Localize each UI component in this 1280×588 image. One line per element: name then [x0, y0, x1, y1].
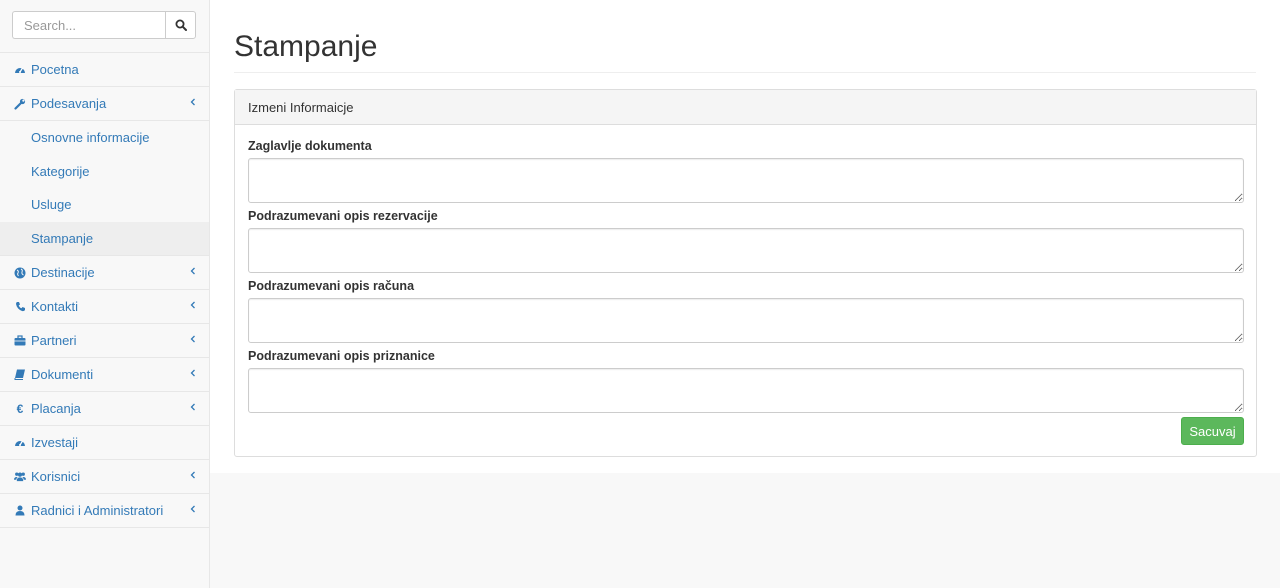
sidebar-item-dokumenti[interactable]: Dokumenti: [0, 358, 209, 392]
sidebar-item-label: Korisnici: [31, 469, 81, 484]
chevron-left-icon: [190, 267, 195, 274]
search-bar: [0, 0, 209, 53]
search-input[interactable]: [12, 11, 165, 39]
phone-icon: [14, 301, 26, 313]
opis-rezervacije-textarea[interactable]: [248, 228, 1244, 273]
search-button[interactable]: [165, 11, 196, 39]
sidebar-item-label: Podesavanja: [31, 96, 107, 111]
chevron-left-icon: [190, 403, 195, 410]
field-label-racuna: Podrazumevani opis računa: [248, 279, 415, 293]
zaglavlje-dokumenta-textarea[interactable]: [248, 158, 1244, 203]
chevron-left-icon: [190, 369, 195, 376]
users-icon: [14, 471, 26, 483]
chevron-left-icon: [190, 505, 195, 512]
sidebar-item-podesavanja[interactable]: Podesavanja: [0, 87, 209, 121]
chevron-left-icon: [190, 98, 195, 105]
sidebar-item-label: Radnici i Administratori: [31, 503, 164, 518]
dashboard-icon: [14, 437, 26, 449]
field-label-zaglavlje: Zaglavlje dokumenta: [248, 139, 372, 153]
chevron-left-icon: [190, 301, 195, 308]
sidebar-subitem-kategorije[interactable]: Kategorije: [0, 155, 209, 189]
form-actions: Sacuvaj: [248, 417, 1244, 445]
page-title: Stampanje: [234, 30, 378, 63]
sidebar-item-label: Dokumenti: [31, 367, 94, 382]
sidebar-item-kontakti[interactable]: Kontakti: [0, 290, 209, 324]
opis-priznanice-textarea[interactable]: [248, 368, 1244, 413]
chevron-left-icon: [190, 471, 195, 478]
sidebar-item-label: Izvestaji: [31, 435, 78, 450]
sidebar-item-label: Destinacije: [31, 265, 95, 280]
wrench-icon: [14, 98, 26, 110]
sidebar-item-pocetna[interactable]: Pocetna: [0, 53, 209, 87]
sidebar-item-radnici-administratori[interactable]: Radnici i Administratori: [0, 494, 209, 528]
sidebar-item-label: Partneri: [31, 333, 77, 348]
page-wrapper: Stampanje Izmeni Informaicje Zaglavlje d…: [210, 0, 1280, 473]
search-icon: [175, 19, 187, 31]
sidebar-item-destinacije[interactable]: Destinacije: [0, 256, 209, 290]
sidebar-item-label: Kontakti: [31, 299, 78, 314]
sidebar-nav: Pocetna Podesavanja Osnovne informacije …: [0, 53, 209, 528]
sidebar-subitem-stampanje[interactable]: Stampanje: [0, 221, 209, 255]
field-label-priznanice: Podrazumevani opis priznanice: [248, 349, 435, 363]
chevron-left-icon: [190, 335, 195, 342]
sidebar-item-placanja[interactable]: € Placanja: [0, 392, 209, 426]
euro-icon: €: [16, 401, 24, 416]
sidebar-item-partneri[interactable]: Partneri: [0, 324, 209, 358]
dashboard-icon: [14, 64, 26, 76]
panel-heading: Izmeni Informaicje: [235, 90, 1256, 125]
sidebar-item-label: Placanja: [31, 401, 81, 416]
page-header: Stampanje: [234, 30, 1256, 73]
submenu-podesavanja: Osnovne informacije Kategorije Usluge St…: [0, 121, 209, 256]
sidebar-item-korisnici[interactable]: Korisnici: [0, 460, 209, 494]
save-button[interactable]: Sacuvaj: [1181, 417, 1244, 445]
sidebar: Pocetna Podesavanja Osnovne informacije …: [0, 0, 210, 588]
sidebar-subitem-usluge[interactable]: Usluge: [0, 188, 209, 222]
sidebar-item-izvestaji[interactable]: Izvestaji: [0, 426, 209, 460]
briefcase-icon: [14, 335, 26, 347]
panel-body: Zaglavlje dokumenta Podrazumevani opis r…: [235, 125, 1256, 445]
globe-icon: [14, 267, 26, 279]
field-label-rezervacije: Podrazumevani opis rezervacije: [248, 209, 438, 223]
opis-racuna-textarea[interactable]: [248, 298, 1244, 343]
sidebar-subitem-osnovne-informacije[interactable]: Osnovne informacije: [0, 121, 209, 155]
edit-panel: Izmeni Informaicje Zaglavlje dokumenta P…: [234, 89, 1257, 457]
user-icon: [14, 505, 26, 517]
book-icon: [14, 369, 26, 381]
sidebar-item-label: Pocetna: [31, 62, 79, 77]
